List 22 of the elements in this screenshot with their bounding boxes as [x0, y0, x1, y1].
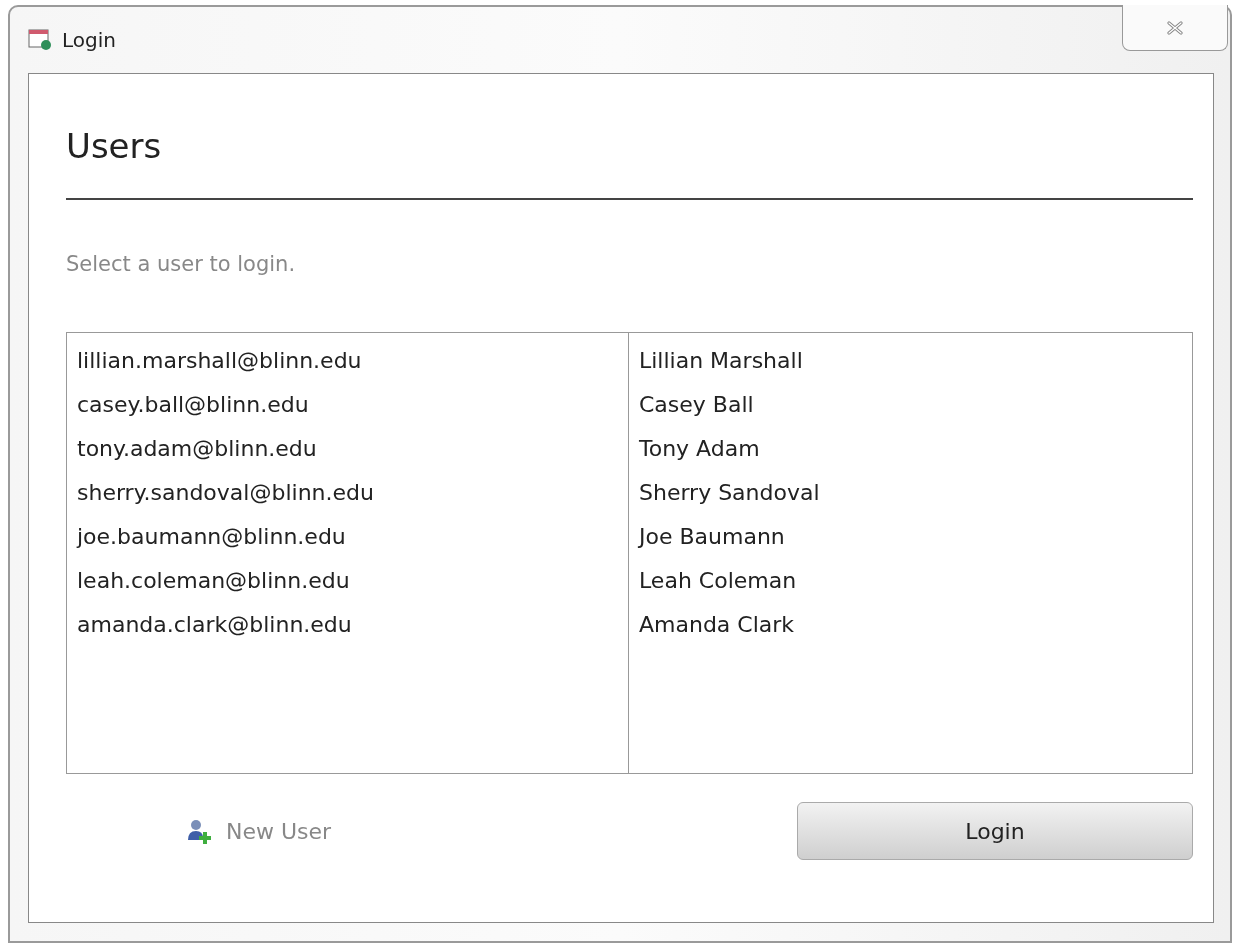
- name-cell[interactable]: Sherry Sandoval: [639, 471, 820, 515]
- close-icon: [1166, 20, 1184, 35]
- email-cell[interactable]: joe.baumann@blinn.edu: [77, 515, 346, 559]
- name-cell[interactable]: Leah Coleman: [639, 559, 797, 603]
- window-title: Login: [62, 28, 116, 52]
- email-cell[interactable]: tony.adam@blinn.edu: [77, 427, 317, 471]
- instruction-text: Select a user to login.: [66, 252, 297, 276]
- close-button[interactable]: [1122, 5, 1228, 51]
- name-cell[interactable]: Casey Ball: [639, 383, 754, 427]
- login-button[interactable]: Login: [797, 802, 1193, 860]
- name-cell[interactable]: Tony Adam: [639, 427, 760, 471]
- email-cell[interactable]: leah.coleman@blinn.edu: [77, 559, 350, 603]
- form-icon: [28, 29, 52, 51]
- email-cell[interactable]: casey.ball@blinn.edu: [77, 383, 309, 427]
- email-cell[interactable]: lillian.marshall@blinn.edu: [77, 339, 362, 383]
- section-heading: Users: [66, 126, 163, 166]
- email-cell[interactable]: amanda.clark@blinn.edu: [77, 603, 352, 647]
- name-cell[interactable]: Amanda Clark: [639, 603, 795, 647]
- add-user-icon: [186, 818, 212, 844]
- name-cell[interactable]: Lillian Marshall: [639, 339, 803, 383]
- email-cell[interactable]: sherry.sandoval@blinn.edu: [77, 471, 374, 515]
- name-cell[interactable]: Joe Baumann: [639, 515, 785, 559]
